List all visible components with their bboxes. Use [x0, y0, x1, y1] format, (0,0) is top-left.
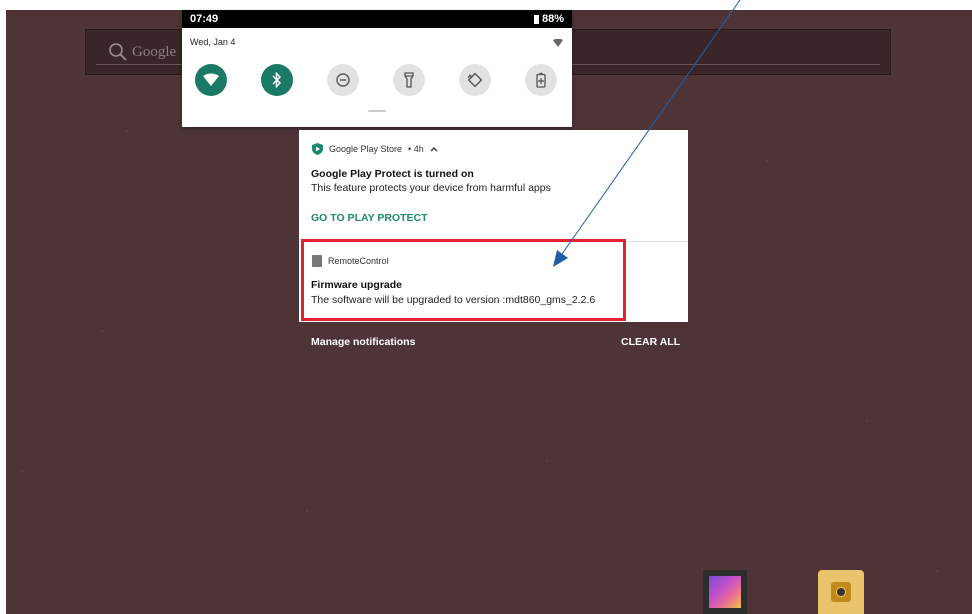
battery-saver-icon [536, 72, 546, 88]
do-not-disturb-tile[interactable] [327, 64, 359, 96]
wifi-icon [203, 73, 219, 86]
quick-settings-tiles [195, 64, 559, 96]
notification-play-protect[interactable]: Google Play Store • 4h Google Play Prote… [299, 130, 688, 241]
notification-title: Google Play Protect is turned on [311, 168, 474, 180]
play-protect-icon [312, 143, 323, 155]
status-bar: 07:49 88% [182, 10, 572, 28]
do-not-disturb-icon [336, 73, 350, 87]
auto-rotate-icon [467, 72, 483, 88]
notification-panel: Google Play Store • 4h Google Play Prote… [299, 130, 688, 322]
manage-notifications-button[interactable]: Manage notifications [311, 336, 415, 348]
search-icon [109, 43, 127, 61]
remote-control-app-icon [312, 255, 322, 267]
notification-header: Google Play Store • 4h [312, 143, 438, 155]
bluetooth-tile[interactable] [261, 64, 293, 96]
gallery-app-icon[interactable] [703, 570, 747, 614]
status-battery: 88% [533, 13, 564, 25]
auto-rotate-tile[interactable] [459, 64, 491, 96]
camera-body-icon [831, 582, 851, 602]
battery-icon [533, 14, 539, 24]
camera-app-icon[interactable] [818, 570, 864, 614]
gallery-thumbnail [709, 576, 741, 608]
quick-settings-date: Wed, Jan 4 [190, 37, 236, 47]
notification-app-name: RemoteControl [328, 256, 389, 266]
status-time: 07:49 [190, 13, 219, 25]
flashlight-tile[interactable] [393, 64, 425, 96]
notification-app-name: Google Play Store [329, 144, 403, 154]
notification-header: RemoteControl [312, 255, 389, 267]
notification-firmware-upgrade[interactable]: RemoteControl Firmware upgrade The softw… [299, 242, 688, 322]
notification-time: • 4h [408, 144, 424, 154]
bluetooth-icon [272, 72, 282, 88]
wifi-tile[interactable] [195, 64, 227, 96]
expand-handle[interactable] [368, 110, 386, 112]
battery-percent: 88% [541, 13, 564, 25]
battery-saver-tile[interactable] [525, 64, 557, 96]
quick-settings-panel[interactable]: 07:49 88% Wed, Jan 4 [182, 10, 572, 127]
notification-body: This feature protects your device from h… [311, 182, 551, 194]
search-bar-text: Google [132, 44, 177, 60]
flashlight-icon [404, 72, 414, 88]
chevron-up-icon[interactable] [430, 146, 438, 152]
notification-title: Firmware upgrade [311, 279, 403, 291]
wifi-signal-icon [553, 39, 563, 47]
go-to-play-protect-button[interactable]: GO TO PLAY PROTECT [311, 212, 428, 224]
clear-all-button[interactable]: CLEAR ALL [621, 336, 680, 348]
notification-body: The software will be upgraded to version… [311, 294, 596, 306]
camera-lens-icon [836, 587, 846, 597]
